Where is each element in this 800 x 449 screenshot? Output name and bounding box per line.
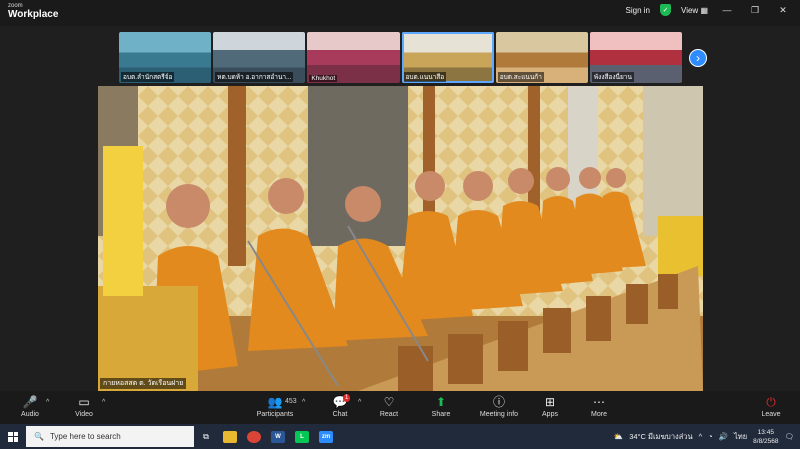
chrome-icon[interactable] <box>242 424 266 449</box>
participant-name: อบต.ลำนักสตรีจ์อ <box>121 72 175 82</box>
participant-name: พังงสีองนี่ยาน <box>591 72 634 82</box>
participant-name: อบต.สะแนนก้า <box>497 72 544 82</box>
taskbar-search[interactable]: 🔍 Type here to search <box>26 426 194 447</box>
video-label: Video <box>75 411 93 418</box>
meeting-info-label: Meeting info <box>479 411 519 418</box>
chevron-up-icon[interactable]: ^ <box>699 432 703 441</box>
word-icon[interactable]: W <box>266 424 290 449</box>
language-indicator[interactable]: ไทย <box>734 431 747 443</box>
meeting-info-button[interactable]: ⓘ Meeting info <box>477 395 521 418</box>
participant-name: Khukhot <box>309 75 338 82</box>
chevron-up-icon[interactable]: ^ <box>358 399 361 406</box>
view-button[interactable]: View ▦ <box>681 6 708 15</box>
participant-name: หต.บดห้า อ.อากาสอำนา... <box>215 72 294 82</box>
task-view-icon[interactable]: ⧉ <box>194 424 218 449</box>
sign-in-button[interactable]: Sign in <box>626 6 650 15</box>
apps-button[interactable]: ⊞ Apps <box>528 395 572 418</box>
line-icon[interactable]: L <box>290 424 314 449</box>
video-button[interactable]: ▭ Video <box>62 395 106 418</box>
participant-tile[interactable]: อบต.สะแนนก้า <box>495 32 588 83</box>
meeting-controls: 🎤 Audio ^ ▭ Video ^ 👥 Participants 453 ^ 💬 1… <box>0 391 800 424</box>
apps-label: Apps <box>542 411 558 418</box>
apps-icon: ⊞ <box>544 395 556 409</box>
system-tray: ⛅ 34°C มีเมฆบางส่วน ^ ◔ 🔊 ไทย 13:45 8/8/2… <box>614 424 800 449</box>
network-icon[interactable]: ◔ <box>708 432 713 441</box>
more-icon: ⋯ <box>593 395 605 409</box>
speaker-name-tag: กายหอสสต ต. วัดเรือนฝาย <box>100 378 187 389</box>
grid-icon: ▦ <box>700 5 708 15</box>
gallery-strip: อบต.ลำนักสตรีจ์อ หต.บดห้า อ.อากาสอำนา...… <box>119 32 683 83</box>
clock[interactable]: 13:45 8/8/2568 <box>753 428 778 446</box>
share-label: Share <box>431 411 451 418</box>
search-icon: 🔍 <box>34 432 44 441</box>
monks-scene-image <box>98 86 703 391</box>
chat-button[interactable]: 💬 1 Chat <box>318 394 362 418</box>
next-page-arrow-icon[interactable]: › <box>689 49 707 67</box>
chat-icon: 💬 <box>332 395 348 409</box>
participant-name: อบต.แนนาสีอ <box>403 72 447 82</box>
participants-label: Participants <box>256 411 294 418</box>
meeting-stage: อบต.ลำนักสตรีจ์อ หต.บดห้า อ.อากาสอำนา...… <box>0 26 800 391</box>
search-placeholder: Type here to search <box>49 432 121 441</box>
chat-label: Chat <box>332 411 348 418</box>
share-screen-icon: ⬆ <box>435 395 447 409</box>
leave-icon: ⏻ <box>766 395 776 409</box>
leave-button[interactable]: ⏻ Leave <box>749 395 793 418</box>
chevron-up-icon[interactable]: ^ <box>102 399 105 406</box>
security-shield-icon[interactable]: ✓ <box>660 4 671 16</box>
chevron-up-icon[interactable]: ^ <box>46 399 49 406</box>
app-logo: zoom Workplace <box>8 3 58 20</box>
chevron-up-icon[interactable]: ^ <box>302 399 305 406</box>
participant-tile[interactable]: อบต.แนนาสีอ <box>401 32 494 83</box>
react-button[interactable]: ♡ React <box>367 395 411 418</box>
participant-tile[interactable]: พังงสีองนี่ยาน <box>589 32 683 83</box>
view-label: View <box>681 5 699 15</box>
info-icon: ⓘ <box>492 395 505 409</box>
brand-big: Workplace <box>8 9 59 20</box>
heart-icon: ♡ <box>383 395 395 409</box>
more-button[interactable]: ⋯ More <box>577 395 621 418</box>
restore-icon[interactable]: ❐ <box>746 5 764 16</box>
notification-icon[interactable]: 🗨 <box>784 432 794 441</box>
title-bar: zoom Workplace Sign in ✓ View ▦ — ❐ ✕ <box>0 0 800 26</box>
close-icon[interactable]: ✕ <box>774 5 792 16</box>
file-explorer-icon[interactable] <box>218 424 242 449</box>
share-button[interactable]: ⬆ Share <box>419 395 463 418</box>
participant-tile[interactable]: Khukhot <box>307 32 400 83</box>
time: 13:45 <box>757 428 774 436</box>
date: 8/8/2568 <box>753 437 779 445</box>
windows-taskbar: 🔍 Type here to search ⧉ W L zm ⛅ 34°C มี… <box>0 424 800 449</box>
leave-label: Leave <box>761 411 781 418</box>
start-button[interactable] <box>0 424 26 449</box>
camera-icon: ▭ <box>78 395 90 409</box>
volume-icon[interactable]: 🔊 <box>719 432 728 441</box>
participants-count: 453 <box>285 398 297 405</box>
audio-label: Audio <box>21 411 39 418</box>
react-label: React <box>379 411 399 418</box>
participant-tile[interactable]: หต.บดห้า อ.อากาสอำนา... <box>213 32 306 83</box>
more-label: More <box>591 411 607 418</box>
participant-tile[interactable]: อบต.ลำนักสตรีจ์อ <box>119 32 212 83</box>
active-speaker-video[interactable]: กายหอสสต ต. วัดเรือนฝาย <box>98 86 703 391</box>
weather-icon[interactable]: ⛅ <box>614 432 623 441</box>
windows-logo-icon <box>8 431 18 442</box>
zoom-icon[interactable]: zm <box>314 424 338 449</box>
minimize-icon[interactable]: — <box>718 5 736 15</box>
weather-text[interactable]: 34°C มีเมฆบางส่วน <box>629 431 692 443</box>
